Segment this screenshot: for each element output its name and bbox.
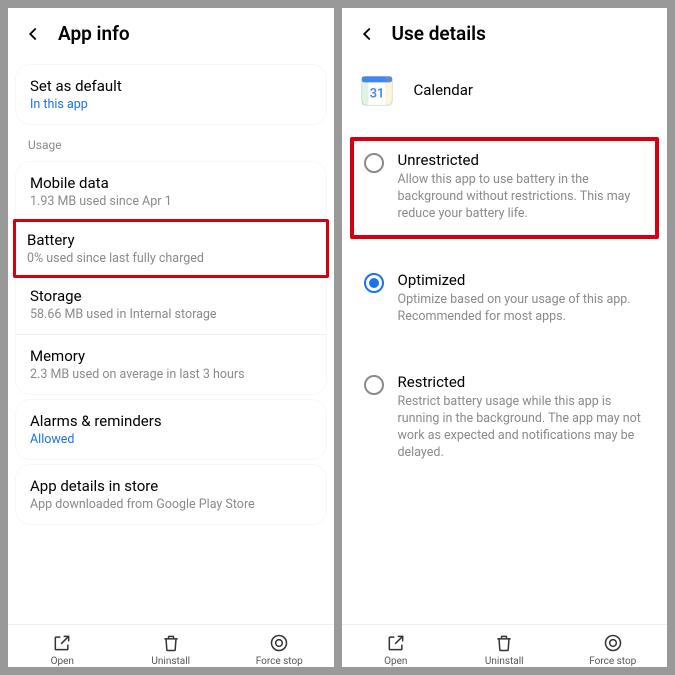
- row-title: Memory: [30, 347, 312, 365]
- trash-icon: [161, 633, 181, 653]
- force-stop-label: Force stop: [256, 656, 303, 667]
- row-set-as-default[interactable]: Set as default In this app: [16, 65, 326, 124]
- radio-icon[interactable]: [364, 153, 384, 173]
- back-icon[interactable]: [356, 23, 378, 45]
- option-unrestricted[interactable]: Unrestricted Allow this app to use batte…: [350, 137, 660, 239]
- header-bar: App info: [8, 8, 334, 59]
- row-title: Storage: [30, 287, 312, 305]
- row-sub: In this app: [30, 97, 312, 112]
- row-memory[interactable]: Memory 2.3 MB used on average in last 3 …: [16, 335, 326, 394]
- app-identity-row: 31 Calendar: [342, 59, 668, 131]
- page-title: App info: [58, 22, 130, 45]
- bottom-action-bar: Open Uninstall Force stop: [8, 624, 334, 667]
- row-app-details-store[interactable]: App details in store App downloaded from…: [16, 465, 326, 524]
- option-optimized[interactable]: Optimized Optimize based on your usage o…: [350, 257, 660, 342]
- option-desc: Optimize based on your usage of this app…: [398, 292, 646, 326]
- svg-text:31: 31: [369, 87, 384, 102]
- uninstall-label: Uninstall: [485, 656, 524, 667]
- app-info-screen: App info Set as default In this app Usag…: [8, 8, 334, 667]
- bottom-action-bar: Open Uninstall Force stop: [342, 624, 668, 667]
- option-desc: Restrict battery usage while this app is…: [398, 394, 646, 462]
- open-icon: [386, 633, 406, 653]
- uninstall-label: Uninstall: [151, 656, 190, 667]
- radio-icon[interactable]: [364, 273, 384, 293]
- page-title: Use details: [392, 22, 486, 45]
- row-title: Mobile data: [30, 174, 312, 192]
- radio-icon[interactable]: [364, 375, 384, 395]
- force-stop-icon: [269, 633, 289, 653]
- open-icon: [52, 633, 72, 653]
- back-icon[interactable]: [22, 23, 44, 45]
- open-button[interactable]: Open: [8, 633, 117, 667]
- row-sub: 58.66 MB used in Internal storage: [30, 307, 312, 322]
- option-restricted[interactable]: Restricted Restrict battery usage while …: [350, 359, 660, 478]
- option-title: Optimized: [398, 271, 646, 289]
- row-title: Set as default: [30, 77, 312, 95]
- uninstall-button[interactable]: Uninstall: [117, 633, 226, 667]
- force-stop-icon: [603, 633, 623, 653]
- row-sub: 2.3 MB used on average in last 3 hours: [30, 367, 312, 382]
- trash-icon: [494, 633, 514, 653]
- force-stop-button[interactable]: Force stop: [225, 633, 334, 667]
- row-title: Alarms & reminders: [30, 412, 312, 430]
- option-title: Unrestricted: [398, 151, 646, 169]
- row-alarms-reminders[interactable]: Alarms & reminders Allowed: [16, 400, 326, 459]
- header-bar: Use details: [342, 8, 668, 59]
- open-button[interactable]: Open: [342, 633, 451, 667]
- row-battery[interactable]: Battery 0% used since last fully charged: [13, 219, 329, 278]
- calendar-app-icon: 31: [360, 73, 394, 107]
- row-storage[interactable]: Storage 58.66 MB used in Internal storag…: [16, 275, 326, 335]
- open-label: Open: [384, 656, 407, 667]
- option-title: Restricted: [398, 373, 646, 391]
- row-sub: 0% used since last fully charged: [27, 251, 315, 266]
- row-mobile-data[interactable]: Mobile data 1.93 MB used since Apr 1: [16, 162, 326, 222]
- row-sub: 1.93 MB used since Apr 1: [30, 194, 312, 209]
- row-title: App details in store: [30, 477, 312, 495]
- uninstall-button[interactable]: Uninstall: [450, 633, 559, 667]
- row-sub: App downloaded from Google Play Store: [30, 497, 312, 512]
- row-title: Battery: [27, 231, 315, 249]
- force-stop-label: Force stop: [589, 656, 636, 667]
- usage-section-header: Usage: [8, 130, 334, 156]
- force-stop-button[interactable]: Force stop: [559, 633, 668, 667]
- open-label: Open: [51, 656, 74, 667]
- row-sub: Allowed: [30, 432, 312, 447]
- app-name-label: Calendar: [414, 81, 474, 99]
- use-details-screen: Use details 31 Calendar Unrestricted: [342, 8, 668, 667]
- option-desc: Allow this app to use battery in the bac…: [398, 172, 646, 223]
